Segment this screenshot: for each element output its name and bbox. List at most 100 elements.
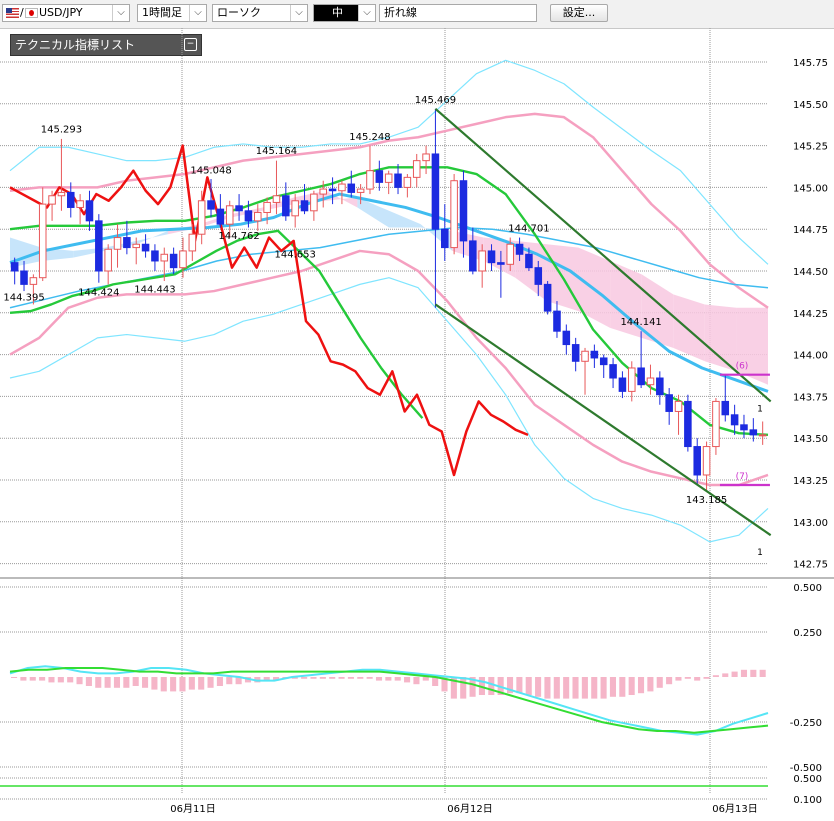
symbol-select[interactable]: / USD/JPY ⌵ (2, 4, 130, 22)
bull-candle (674, 400, 683, 412)
macd-tick-label: 0.500 (793, 583, 822, 594)
macd-histogram-bar (413, 677, 420, 685)
price-tick-label: 144.75 (793, 225, 828, 236)
edge-number-label: 1 (757, 548, 763, 558)
price-tick-label: 143.00 (793, 518, 828, 529)
separator-slash: / (20, 6, 24, 19)
macd-histogram-bar (366, 677, 373, 679)
macd-histogram-bar (11, 677, 18, 678)
macd-histogram-bar (731, 671, 738, 677)
bull-candle (450, 180, 458, 249)
macd-histogram-bar (20, 677, 27, 681)
bear-candle (665, 394, 673, 412)
price-annotation: 143.185 (686, 495, 727, 506)
bear-candle (740, 424, 748, 431)
price-tick-label: 143.75 (793, 392, 828, 403)
price-annotation: 144.701 (508, 223, 549, 234)
macd-histogram-bar (216, 677, 223, 686)
chevron-down-icon[interactable]: ⌵ (189, 5, 206, 21)
bear-candle (749, 429, 758, 436)
chevron-down-icon[interactable]: ⌵ (358, 5, 375, 21)
sub-tick-label: 0.500 (793, 774, 822, 785)
macd-plot-area: 0.5000.250-0.250-0.5000.5000.100 (0, 583, 822, 806)
symbol-label: USD/JPY (39, 6, 83, 19)
bear-candle (95, 220, 103, 272)
macd-histogram-bar (581, 677, 588, 699)
price-tick-label: 144.00 (793, 351, 828, 362)
bear-candle (244, 210, 253, 222)
macd-histogram-bar (703, 677, 710, 679)
macd-histogram-bar (104, 677, 111, 688)
macd-histogram-bar (535, 677, 542, 697)
bear-candle (571, 344, 580, 362)
macd-histogram-bar (619, 677, 626, 697)
macd-histogram-bar (132, 677, 139, 686)
macd-tick-label: 0.250 (793, 628, 822, 639)
us-flag-icon (6, 8, 19, 18)
macd-histogram-bar (544, 677, 551, 699)
bull-candle (29, 277, 38, 285)
bull-candle (104, 248, 112, 272)
bear-candle (441, 228, 449, 249)
settings-button[interactable]: 設定... (550, 4, 608, 22)
bull-candle (646, 377, 655, 386)
price-chart[interactable]: 144.395 145.293 144.424 144.443 145.048 144.7… (0, 28, 834, 821)
chart-style-select[interactable]: ローソク ⌵ (212, 4, 308, 22)
jp-flag-icon (25, 8, 38, 18)
price-annotation: 145.248 (349, 132, 390, 143)
bull-candle (263, 201, 271, 213)
macd-histogram-bar (553, 677, 560, 699)
size-label: 中 (332, 6, 343, 19)
size-select[interactable]: 中 ⌵ (313, 4, 376, 22)
bull-candle (225, 205, 234, 225)
macd-histogram-bar (375, 677, 383, 681)
macd-histogram-bar (357, 677, 364, 679)
macd-histogram-bar (85, 677, 92, 686)
ichimoku-cloud-segment (389, 210, 421, 228)
lagging-span-line (9, 144, 529, 477)
chart-style-label: ローソク (217, 6, 261, 19)
macd-histogram-bar (488, 677, 495, 695)
bear-candle (525, 253, 533, 269)
macd-histogram-bar (142, 677, 149, 688)
bear-candle (721, 400, 730, 416)
date-tick-label: 06月13日 (712, 803, 757, 815)
macd-histogram-bar (179, 677, 186, 692)
price-annotation: 145.469 (415, 95, 456, 106)
price-axis: 145.75 145.50 145.25 145.00 144.75 144.50 144.… (793, 58, 828, 571)
macd-histogram-bar (759, 669, 766, 677)
macd-histogram-bar (394, 677, 401, 681)
bull-candle (384, 173, 393, 183)
bull-candle (506, 243, 514, 265)
bear-candle (543, 283, 552, 312)
price-annotation: 144.424 (78, 288, 119, 299)
drawing-tool-field[interactable]: 折れ線 (379, 4, 537, 22)
chevron-down-icon[interactable]: ⌵ (112, 5, 129, 21)
edge-number-label: 1 (757, 404, 763, 414)
bear-candle (235, 205, 243, 212)
bear-candle (394, 173, 402, 188)
price-annotation: 144.141 (620, 317, 661, 328)
macd-histogram-bar (48, 677, 55, 683)
price-tick-label: 143.50 (793, 434, 828, 445)
bear-candle (637, 367, 645, 386)
macd-histogram-bar (57, 677, 64, 683)
bull-candle (113, 237, 122, 250)
macd-histogram-bar (151, 677, 158, 690)
bear-candle (169, 253, 178, 269)
bull-candle (132, 243, 140, 249)
bear-candle (562, 330, 571, 346)
counter-mark-label: (6) (736, 362, 749, 372)
price-annotation: 145.164 (256, 146, 297, 157)
macd-histogram-bar (684, 677, 691, 679)
macd-histogram-bar (675, 677, 682, 681)
timeframe-select[interactable]: 1時間足 ⌵ (137, 4, 207, 22)
price-annotation: 144.653 (274, 249, 315, 260)
bull-candle (366, 170, 374, 190)
chevron-down-icon[interactable]: ⌵ (290, 5, 307, 21)
macd-histogram-bar (347, 677, 354, 679)
macd-histogram-bar (712, 675, 719, 677)
macd-tick-label: -0.500 (790, 763, 822, 774)
macd-histogram-bar (694, 677, 701, 681)
chart-toolbar: / USD/JPY ⌵ 1時間足 ⌵ ローソク ⌵ 中 ⌵ 折れ線 設定... (0, 0, 834, 29)
